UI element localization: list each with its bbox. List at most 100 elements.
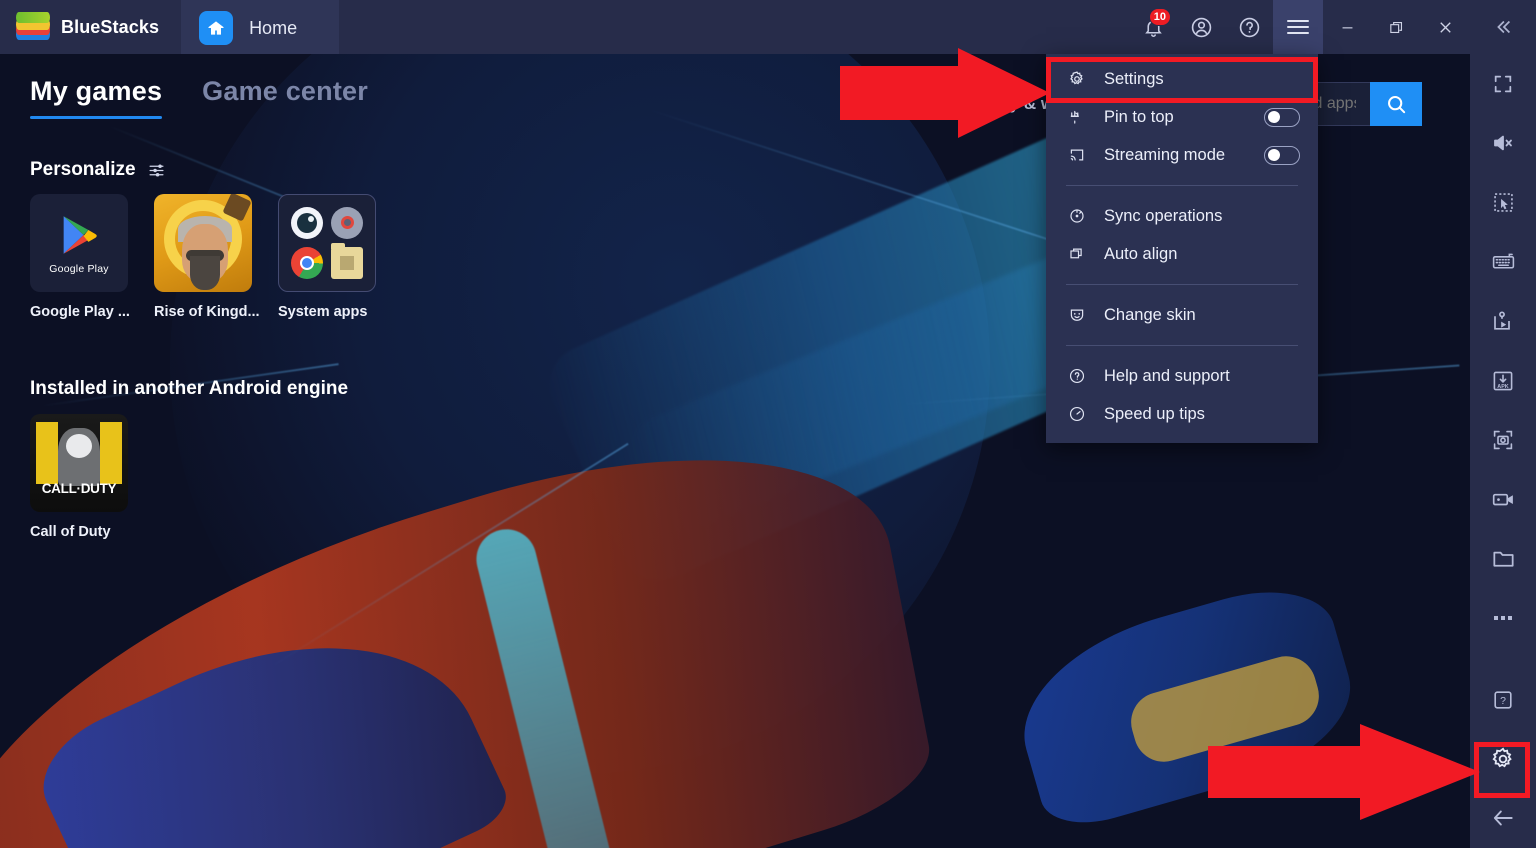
restore-icon [1390,21,1403,33]
mask-icon [1066,306,1088,324]
more-options-icon[interactable] [1470,589,1536,648]
help-box-icon[interactable]: ? [1470,670,1536,729]
notifications-button[interactable]: 10 [1129,0,1177,54]
main-menu-button[interactable] [1273,0,1323,54]
titlebar-spacer [339,0,1129,54]
pin-icon [1066,108,1088,126]
tab-home-label: Home [249,17,298,38]
file-manager-icon [331,243,364,280]
streaming-mode-toggle[interactable] [1264,145,1300,165]
tab-home[interactable]: Home [181,0,340,54]
section-other-engine-label: Installed in another Android engine [30,378,349,399]
close-button[interactable] [1421,0,1470,54]
call-of-duty-icon: CALL·DUTY [30,414,128,512]
mute-icon[interactable] [1470,113,1536,172]
google-play-wordmark: Google Play [49,262,109,275]
menu-item-help-and-support-label: Help and support [1104,366,1230,385]
settings-mini-icon [331,206,364,239]
main-dropdown-menu: Settings Pin to top Streaming mode Sync … [1046,54,1318,443]
home-icon [199,11,234,45]
app-brand: BlueStacks [0,0,181,54]
menu-item-auto-align-label: Auto align [1104,244,1178,263]
install-apk-icon[interactable]: APK [1470,351,1536,410]
menu-item-change-skin[interactable]: Change skin [1046,296,1318,334]
menu-divider-2 [1066,284,1298,285]
record-video-icon[interactable] [1470,470,1536,529]
collapse-sidebar-button[interactable] [1470,0,1536,54]
svg-text:APK: APK [1497,384,1508,390]
tab-game-center-label: Game center [202,76,368,106]
app-tile-rise-of-kingdoms[interactable]: Rise of Kingd... [154,194,260,320]
menu-item-pin-to-top-label: Pin to top [1104,107,1174,126]
help-circle-icon [1239,17,1259,37]
app-label-system-apps: System apps [278,304,368,320]
app-label-rise-of-kingdoms: Rise of Kingd... [154,304,260,320]
app-label-call-of-duty: Call of Duty [30,524,111,540]
account-button[interactable] [1177,0,1225,54]
macro-play-icon[interactable] [1470,292,1536,351]
tab-my-games[interactable]: My games [30,76,163,119]
app-tile-google-play[interactable]: Google Play Google Play ... [30,194,130,320]
menu-item-change-skin-label: Change skin [1104,305,1196,324]
brand-name: BlueStacks [61,16,160,37]
bluestacks-window: BlueStacks Home 10 My games Game center … [0,0,1536,848]
fullscreen-icon[interactable] [1470,54,1536,113]
menu-item-pin-to-top[interactable]: Pin to top [1046,98,1318,136]
chrome-icon [290,247,323,280]
menu-item-sync-operations-label: Sync operations [1104,206,1223,225]
app-label-google-play: Google Play ... [30,304,130,320]
menu-item-help-and-support[interactable]: Help and support [1046,357,1318,395]
section-title-other-engine: Installed in another Android engine [30,378,348,400]
svg-text:?: ? [1500,695,1506,707]
tab-game-center[interactable]: Game center [202,76,368,119]
search-button[interactable] [1370,82,1422,126]
menu-divider [1066,185,1298,186]
menu-item-settings-label: Settings [1104,69,1164,88]
menu-item-speed-up-tips[interactable]: Speed up tips [1046,395,1318,433]
tab-my-games-label: My games [30,76,163,106]
minimize-button[interactable] [1323,0,1372,54]
screenshot-icon[interactable] [1470,410,1536,469]
speedometer-icon [1066,405,1088,423]
system-apps-folder-icon [278,194,376,292]
menu-item-settings[interactable]: Settings [1046,60,1318,98]
question-circle-icon [1066,367,1088,385]
rise-of-kingdoms-icon [154,194,252,292]
auto-align-icon [1066,245,1088,263]
gear-icon [1066,70,1088,88]
menu-item-streaming-mode[interactable]: Streaming mode [1046,136,1318,174]
content-tabs: My games Game center [30,76,368,119]
account-icon [1191,17,1211,37]
media-manager-icon[interactable] [1470,529,1536,588]
app-tile-system-apps[interactable]: System apps [278,194,376,320]
section-title-personalize: Personalize [30,159,165,181]
eye-icon [290,206,323,239]
titlebar-controls: 10 [1129,0,1536,54]
section-personalize-label: Personalize [30,159,136,180]
maximize-button[interactable] [1372,0,1421,54]
sync-icon [1066,207,1088,225]
pin-to-top-toggle[interactable] [1264,107,1300,127]
call-of-duty-art-text: CALL·DUTY [41,481,117,496]
cursor-select-icon[interactable] [1470,173,1536,232]
notification-badge: 10 [1148,8,1171,26]
menu-item-auto-align[interactable]: Auto align [1046,235,1318,273]
keyboard-controls-icon[interactable] [1470,232,1536,291]
title-bar: BlueStacks Home 10 [0,0,1536,54]
search-icon [1387,95,1405,113]
minimize-icon [1342,26,1353,28]
personalize-settings-icon[interactable] [148,162,165,179]
apps-row-personalize: Google Play Google Play ... Rise of King… [30,194,376,320]
close-icon [1440,21,1451,33]
bluestacks-logo-icon [16,12,50,42]
help-button[interactable] [1225,0,1273,54]
app-tile-call-of-duty[interactable]: CALL·DUTY Call of Duty [30,414,128,540]
menu-item-streaming-mode-label: Streaming mode [1104,145,1226,164]
hamburger-icon [1287,16,1309,38]
cast-icon [1066,146,1088,164]
apps-row-other-engine: CALL·DUTY Call of Duty [30,414,128,540]
google-play-icon: Google Play [30,194,128,292]
annotation-arrow-to-gear [1208,724,1480,820]
annotation-arrow-to-settings [840,48,1050,138]
menu-item-sync-operations[interactable]: Sync operations [1046,197,1318,235]
